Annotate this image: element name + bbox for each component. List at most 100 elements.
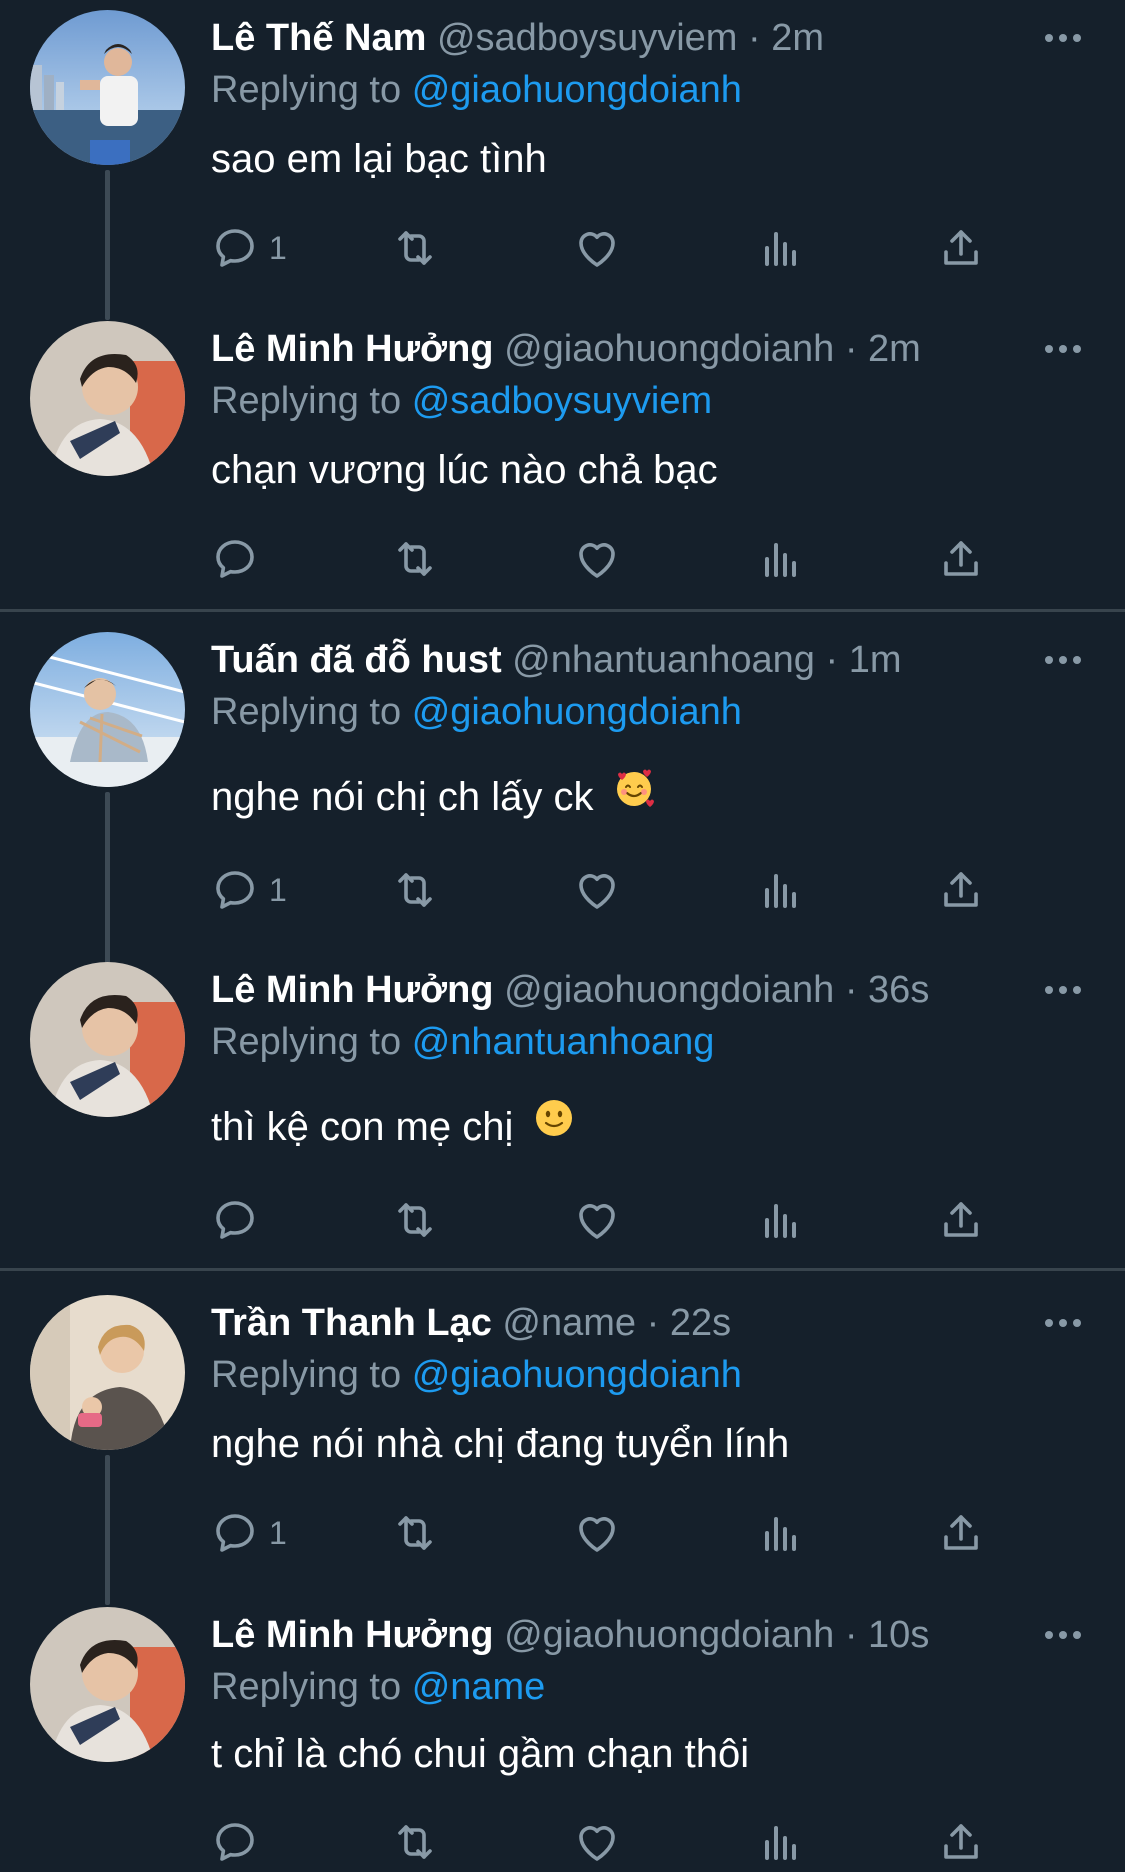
tweet[interactable]: Lê Minh Hưởng @giaohuongdoianh · 10s Rep… [0,1597,1125,1872]
views-button[interactable] [757,218,805,278]
tweet[interactable]: Lê Thế Nam @sadboysuyviem · 2m Replying … [0,0,1125,300]
more-icon[interactable] [1040,1609,1086,1661]
display-name[interactable]: Lê Minh Hưởng [211,1614,494,1656]
like-button[interactable] [573,218,621,278]
reply-count: 1 [269,229,287,266]
user-handle[interactable]: @giaohuongdoianh [504,328,834,370]
display-name[interactable]: Trần Thanh Lạc [211,1302,492,1344]
mention-link[interactable]: @name [412,1666,546,1708]
mention-link[interactable]: @giaohuongdoianh [412,69,742,111]
reply-button[interactable] [211,529,269,589]
retweet-button[interactable] [391,529,439,589]
timestamp[interactable]: 36s [868,969,929,1011]
display-name[interactable]: Lê Minh Hưởng [211,328,494,370]
tweet[interactable]: Lê Minh Hưởng @giaohuongdoianh · 36s Rep… [0,952,1125,1268]
reply-thread-feed: Lê Thế Nam @sadboysuyviem · 2m Replying … [0,0,1125,1872]
separator-dot: · [646,1302,660,1344]
retweet-button[interactable] [391,1503,439,1563]
replying-to-label: Replying to [211,380,402,422]
replying-to: Replying to @sadboysuyviem [211,375,712,427]
share-button[interactable] [937,1190,985,1250]
heart-icon [579,874,615,909]
tweet-text-content: nghe nói nhà chị đang tuyển lính [211,1422,790,1466]
tweet[interactable]: Lê Minh Hưởng @giaohuongdoianh · 2m Repl… [0,311,1125,609]
reply-button[interactable]: 1 [211,860,287,920]
reply-button[interactable]: 1 [211,1503,287,1563]
avatar[interactable] [30,1607,185,1762]
like-button[interactable] [573,860,621,920]
mention-link[interactable]: @sadboysuyviem [412,380,712,422]
reply-icon [216,1823,254,1861]
mention-link[interactable]: @giaohuongdoianh [412,1354,742,1396]
user-handle[interactable]: @sadboysuyviem [437,17,737,59]
tweet-text: nghe nói nhà chị đang tuyển lính [211,1417,789,1471]
replying-to: Replying to @giaohuongdoianh [211,1349,742,1401]
views-button[interactable] [757,1190,805,1250]
share-button[interactable] [937,1812,985,1872]
retweet-icon [398,1203,432,1237]
tweet-actions [211,529,1011,589]
replying-to-label: Replying to [211,1021,402,1063]
like-button[interactable] [573,1503,621,1563]
retweet-button[interactable] [391,218,439,278]
timestamp[interactable]: 22s [670,1302,731,1344]
share-button[interactable] [937,529,985,589]
tweet[interactable]: Tuấn đã đỗ hust @nhantuanhoang · 1m Repl… [0,622,1125,952]
retweet-button[interactable] [391,1190,439,1250]
share-icon [944,230,978,265]
like-button[interactable] [573,1190,621,1250]
heart-icon [579,232,615,267]
tweet-text: nghe nói chị ch lấy ck [211,769,655,827]
avatar[interactable] [30,321,185,476]
reply-button[interactable]: 1 [211,218,287,278]
avatar[interactable] [30,10,185,165]
views-button[interactable] [757,1503,805,1563]
retweet-icon [398,873,432,907]
tweet-text-content: thì kệ con mẹ chị [211,1105,514,1149]
reply-icon [216,540,254,578]
separator-dot: · [825,639,839,681]
avatar[interactable] [30,1295,185,1450]
user-handle[interactable]: @giaohuongdoianh [504,969,834,1011]
reply-button[interactable] [211,1190,269,1250]
display-name[interactable]: Lê Thế Nam [211,17,426,59]
timestamp[interactable]: 2m [868,328,921,370]
timestamp[interactable]: 10s [868,1614,929,1656]
avatar[interactable] [30,962,185,1117]
timestamp[interactable]: 2m [771,17,824,59]
user-handle[interactable]: @name [502,1302,636,1344]
more-icon[interactable] [1040,323,1086,375]
tweet-header: Lê Thế Nam @sadboysuyviem · 2m [211,12,824,64]
views-button[interactable] [757,529,805,589]
reply-button[interactable] [211,1812,269,1872]
share-button[interactable] [937,1503,985,1563]
views-button[interactable] [757,1812,805,1872]
replying-to: Replying to @nhantuanhoang [211,1016,714,1068]
share-icon [944,1824,978,1859]
mention-link[interactable]: @giaohuongdoianh [412,691,742,733]
like-button[interactable] [573,1812,621,1872]
more-icon[interactable] [1040,12,1086,64]
more-icon[interactable] [1040,964,1086,1016]
share-button[interactable] [937,860,985,920]
separator-dot: · [844,1614,858,1656]
more-icon[interactable] [1040,634,1086,686]
share-button[interactable] [937,218,985,278]
tweet[interactable]: Trần Thanh Lạc @name · 22s Replying to @… [0,1285,1125,1595]
like-button[interactable] [573,529,621,589]
retweet-button[interactable] [391,1812,439,1872]
user-handle[interactable]: @giaohuongdoianh [504,1614,834,1656]
heart-icon [579,543,615,578]
timestamp[interactable]: 1m [849,639,902,681]
retweet-icon [398,542,432,576]
display-name[interactable]: Lê Minh Hưởng [211,969,494,1011]
display-name[interactable]: Tuấn đã đỗ hust [211,639,502,681]
tweet-actions [211,1812,1011,1872]
avatar[interactable] [30,632,185,787]
tweet-text: chạn vương lúc nào chả bạc [211,443,718,497]
views-button[interactable] [757,860,805,920]
mention-link[interactable]: @nhantuanhoang [412,1021,715,1063]
more-icon[interactable] [1040,1297,1086,1349]
user-handle[interactable]: @nhantuanhoang [512,639,815,681]
retweet-button[interactable] [391,860,439,920]
